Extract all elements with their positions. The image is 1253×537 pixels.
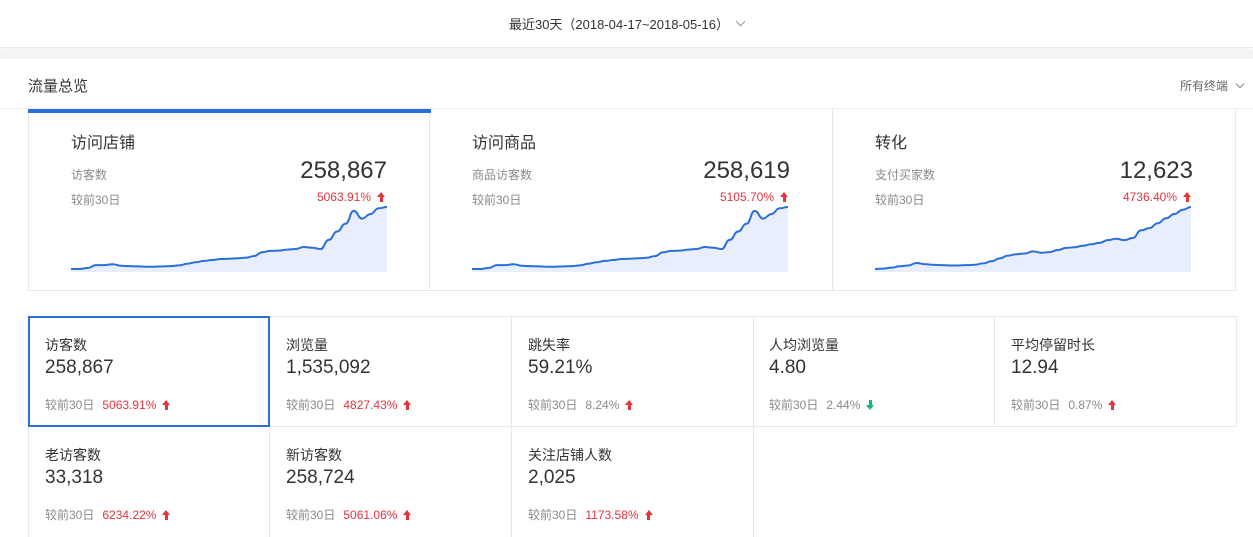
arrow-up-icon [780,192,788,202]
metric-compare-label: 较前30日 [286,508,336,522]
metric-value: 2,025 [528,467,576,488]
metric-tile-pageviews[interactable]: 浏览量 1,535,092 较前30日 4827.43% [270,316,512,427]
metric-tile-visitors[interactable]: 访客数 258,867 较前30日 5063.91% [28,316,270,427]
card-metric-label: 商品访客数 [472,168,533,182]
sparkline-area [875,207,1191,272]
metric-tile-store-followers[interactable]: 关注店铺人数 2,025 较前30日 1173.58% [512,427,754,537]
card-change: 5105.70% [720,190,788,204]
metric-value: 33,318 [45,467,104,488]
metrics-grid: 访客数 258,867 较前30日 5063.91% 浏览量 1,535,092… [28,316,1237,537]
summary-card-conversion[interactable]: 转化 支付买家数 较前30日 12,623 4736.40% [833,109,1236,291]
metric-tile-avg-pageviews[interactable]: 人均浏览量 4.80 较前30日 2.44% [753,316,995,427]
metric-value: 4.80 [769,357,806,378]
metric-change: 6234.22% [102,507,157,522]
card-change-percent: 5105.70% [719,190,774,204]
metric-change: 4827.43% [343,397,398,412]
chevron-down-icon [735,16,746,27]
arrow-up-icon [162,509,171,520]
metric-label: 新访客数 [286,447,342,463]
metric-change: 5061.06% [343,507,398,522]
metric-compare-label: 较前30日 [286,398,336,412]
summary-card-product-visits[interactable]: 访问商品 商品访客数 较前30日 258,619 5105.70% [430,109,833,291]
arrow-down-icon [866,399,875,410]
card-change-percent: 5063.91% [316,190,371,204]
card-title: 访问商品 [472,135,537,152]
metric-value: 59.21% [528,357,593,378]
arrow-up-icon [644,509,653,520]
card-change: 4736.40% [1123,190,1191,204]
metric-compare: 较前30日 1173.58% [528,506,653,523]
metric-tile-returning-visitors[interactable]: 老访客数 33,318 较前30日 6234.22% [28,427,270,537]
summary-cards: 访问店铺 访客数 较前30日 258,867 5063.91% 访问商品 商品访… [28,109,1236,291]
arrow-up-icon [403,509,412,520]
metric-change: 0.87% [1068,397,1103,412]
card-change: 5063.91% [317,190,385,204]
active-card-indicator [28,109,431,113]
metric-compare: 较前30日 8.24% [528,396,634,413]
metric-compare: 较前30日 4827.43% [286,396,412,413]
metric-tile-bounce-rate[interactable]: 跳失率 59.21% 较前30日 8.24% [512,316,754,427]
metric-label: 浏览量 [286,337,328,353]
terminal-filter-label: 所有终端 [1179,79,1228,93]
metric-compare: 较前30日 0.87% [1011,396,1117,413]
metric-compare-label: 较前30日 [528,398,578,412]
metric-compare-label: 较前30日 [769,398,819,412]
metric-change: 5063.91% [102,397,157,412]
terminal-filter-dropdown[interactable]: 所有终端 [1179,77,1245,94]
metric-value: 258,867 [45,357,114,378]
sparkline-chart [71,206,387,272]
card-value: 258,867 [300,157,387,184]
metric-value: 258,724 [286,467,355,488]
section-title: 流量总览 [28,78,89,95]
metric-compare: 较前30日 5063.91% [45,396,171,413]
metric-tile-new-visitors[interactable]: 新访客数 258,724 较前30日 5061.06% [270,427,512,537]
metric-compare-label: 较前30日 [528,508,578,522]
metric-compare: 较前30日 5061.06% [286,506,412,523]
section-header: 流量总览 所有终端 [0,59,1253,109]
metric-label: 平均停留时长 [1011,337,1095,353]
metric-label: 访客数 [45,337,87,353]
metric-value: 12.94 [1011,357,1059,378]
arrow-up-icon [377,192,385,202]
section-gap [0,49,1253,59]
sparkline-chart [875,206,1191,272]
metric-compare: 较前30日 2.44% [769,396,875,413]
metric-compare-label: 较前30日 [1011,398,1061,412]
metric-label: 老访客数 [45,447,101,463]
metric-change: 1173.58% [585,507,639,522]
chevron-down-icon [1235,79,1245,88]
sparkline-area [472,207,788,272]
metric-tile-avg-dwell-time[interactable]: 平均停留时长 12.94 较前30日 0.87% [995,316,1237,427]
date-range-selector[interactable]: 最近30天（2018-04-17~2018-05-16） [0,0,1253,48]
arrow-up-icon [625,399,634,410]
card-metric-label: 访客数 [71,168,108,182]
metric-compare-label: 较前30日 [45,398,95,412]
metric-label: 跳失率 [528,337,570,353]
metric-compare: 较前30日 6234.22% [45,506,171,523]
date-range-label: 最近30天（2018-04-17~2018-05-16） [508,17,730,32]
metric-change: 8.24% [585,397,620,412]
arrow-up-icon [162,399,171,410]
summary-card-store-visits[interactable]: 访问店铺 访客数 较前30日 258,867 5063.91% [28,109,431,291]
card-change-percent: 4736.40% [1122,190,1177,204]
card-title: 转化 [875,135,908,152]
card-value: 12,623 [1119,157,1193,184]
sparkline-chart [472,206,788,272]
sparkline-area [71,207,387,272]
arrow-up-icon [403,399,412,410]
card-title: 访问店铺 [71,135,136,152]
metric-change: 2.44% [826,397,861,412]
arrow-up-icon [1183,192,1191,202]
card-metric-label: 支付买家数 [875,168,936,182]
card-value: 258,619 [703,157,790,184]
metric-label: 关注店铺人数 [528,447,612,463]
metric-label: 人均浏览量 [769,337,839,353]
metric-value: 1,535,092 [286,357,371,378]
arrow-up-icon [1108,399,1117,410]
metric-compare-label: 较前30日 [45,508,95,522]
